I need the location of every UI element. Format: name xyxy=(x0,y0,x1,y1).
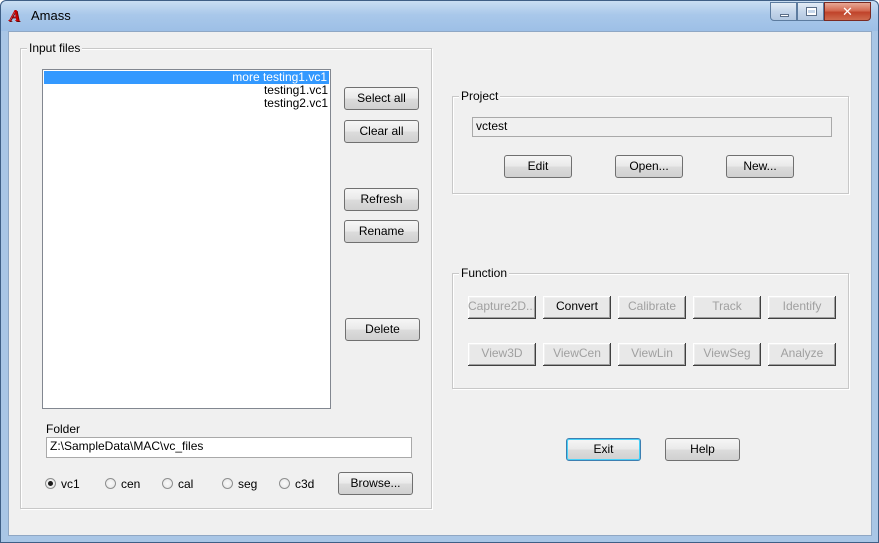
input-files-group-label: Input files xyxy=(27,41,83,55)
radio-seg[interactable]: seg xyxy=(222,477,272,491)
delete-button[interactable]: Delete xyxy=(345,318,420,341)
open-button[interactable]: Open... xyxy=(615,155,683,178)
radio-label: vc1 xyxy=(61,477,80,491)
viewlin-button[interactable]: ViewLin xyxy=(618,343,686,366)
capture2d-button[interactable]: Capture2D... xyxy=(468,296,536,319)
viewcen-button[interactable]: ViewCen xyxy=(543,343,611,366)
list-item[interactable]: testing2.vc1 xyxy=(43,97,330,110)
amass-logo-icon: A xyxy=(9,6,21,25)
radio-dot xyxy=(105,478,116,489)
folder-label: Folder xyxy=(46,422,81,436)
browse-button[interactable]: Browse... xyxy=(338,472,413,495)
maximize-icon xyxy=(806,7,817,16)
function-group-label: Function xyxy=(459,266,510,280)
convert-button[interactable]: Convert xyxy=(543,296,611,319)
rename-button[interactable]: Rename xyxy=(344,220,419,243)
radio-cen[interactable]: cen xyxy=(105,477,155,491)
select-all-button[interactable]: Select all xyxy=(344,87,419,110)
edit-button[interactable]: Edit xyxy=(504,155,572,178)
view3d-button[interactable]: View3D xyxy=(468,343,536,366)
window-title: Amass xyxy=(31,8,71,23)
minimize-button[interactable] xyxy=(770,2,797,21)
project-group: Project xyxy=(452,89,849,194)
identify-button[interactable]: Identify xyxy=(768,296,836,319)
client-area: Input files more testing1.vc1 testing1.v… xyxy=(8,31,872,536)
radio-vc1[interactable]: vc1 xyxy=(45,477,95,491)
radio-label: cal xyxy=(178,477,194,491)
close-button[interactable]: ✕ xyxy=(824,2,871,21)
viewseg-button[interactable]: ViewSeg xyxy=(693,343,761,366)
radio-dot xyxy=(45,478,56,489)
input-files-list[interactable]: more testing1.vc1 testing1.vc1 testing2.… xyxy=(42,69,331,409)
exit-button[interactable]: Exit xyxy=(566,438,641,461)
help-button[interactable]: Help xyxy=(665,438,740,461)
app-window: A Amass ✕ Input files more testing1.vc1 … xyxy=(0,0,879,543)
title-bar[interactable]: A Amass ✕ xyxy=(1,1,878,31)
close-icon: ✕ xyxy=(842,4,853,19)
analyze-button[interactable]: Analyze xyxy=(768,343,836,366)
radio-c3d[interactable]: c3d xyxy=(279,477,329,491)
radio-dot xyxy=(222,478,233,489)
project-group-label: Project xyxy=(459,89,501,103)
new-button[interactable]: New... xyxy=(726,155,794,178)
radio-label: cen xyxy=(121,477,141,491)
radio-label: seg xyxy=(238,477,258,491)
folder-path-field[interactable]: Z:\SampleData\MAC\vc_files xyxy=(46,437,412,458)
maximize-button[interactable] xyxy=(797,2,824,21)
project-name-field: vctest xyxy=(472,117,832,137)
radio-cal[interactable]: cal xyxy=(162,477,212,491)
calibrate-button[interactable]: Calibrate xyxy=(618,296,686,319)
track-button[interactable]: Track xyxy=(693,296,761,319)
function-group: Function xyxy=(452,266,849,389)
refresh-button[interactable]: Refresh xyxy=(344,188,419,211)
minimize-icon xyxy=(780,14,789,17)
radio-dot xyxy=(162,478,173,489)
clear-all-button[interactable]: Clear all xyxy=(344,120,419,143)
radio-dot xyxy=(279,478,290,489)
radio-label: c3d xyxy=(295,477,315,491)
